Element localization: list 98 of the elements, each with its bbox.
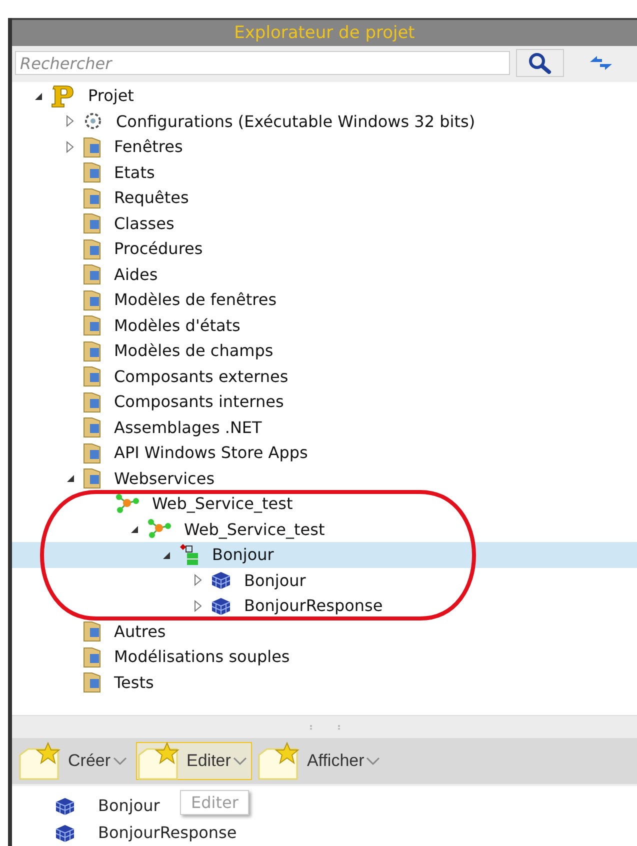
list-item[interactable]: Bonjour — [54, 792, 160, 819]
search-button[interactable] — [516, 49, 564, 77]
tree-item[interactable]: Assemblages .NET — [12, 414, 637, 440]
tree-item[interactable]: Bonjour — [12, 568, 637, 593]
folder-icon — [82, 288, 102, 312]
tree-item[interactable]: Web_Service_test — [12, 516, 637, 542]
folder-icon — [82, 160, 102, 184]
sync-arrows-icon[interactable] — [588, 53, 614, 73]
tree-item[interactable]: Configurations (Exécutable Windows 32 bits) — [12, 108, 637, 134]
folder-icon — [82, 670, 102, 694]
tree-item-label: Modèles d'états — [114, 316, 240, 335]
tree-item-label: Aides — [114, 264, 158, 284]
tree-item-label: Bonjour — [244, 570, 306, 590]
tree-item[interactable]: Aides — [12, 262, 637, 287]
tree-item[interactable]: Modélisations souples — [12, 644, 637, 670]
tree-item-label: Composants externes — [114, 366, 288, 386]
tree-item-label: Modèles de fenêtres — [114, 290, 277, 310]
tree-item-label: Configurations (Exécutable Windows 32 bits) — [116, 112, 476, 131]
expanded-arrow-icon[interactable] — [33, 90, 43, 101]
tree-item-label: Modélisations souples — [114, 647, 290, 666]
cube-grid-icon — [54, 796, 76, 816]
cube-grid-icon — [210, 570, 232, 590]
list-item-label: Bonjour — [98, 796, 160, 815]
expanded-arrow-icon[interactable] — [129, 524, 139, 534]
toolbar-button[interactable]: Editer — [136, 742, 252, 780]
collapsed-arrow-icon[interactable] — [193, 600, 203, 612]
folder-icon — [82, 466, 102, 490]
tree-item[interactable]: Bonjour — [12, 542, 637, 568]
tree-item[interactable]: Fenêtres — [12, 134, 637, 160]
cube-grid-icon — [54, 822, 76, 842]
folder-icon — [82, 619, 102, 644]
list-item[interactable]: BonjourResponse — [54, 819, 237, 846]
network-nodes-icon — [114, 492, 140, 515]
collapsed-arrow-icon[interactable] — [193, 574, 203, 586]
tree-item[interactable]: Classes — [12, 210, 637, 236]
tree-item-label: Etats — [114, 162, 155, 182]
list-item-label: BonjourResponse — [98, 823, 237, 842]
tree-item[interactable]: Web_Service_test — [12, 491, 637, 516]
tree-item-label: Bonjour — [212, 545, 274, 564]
folder-icon — [82, 313, 102, 338]
tree-item[interactable]: API Windows Store Apps — [12, 440, 637, 466]
tree-item[interactable]: Tests — [12, 670, 637, 695]
expanded-arrow-icon[interactable] — [161, 550, 171, 560]
tree-item-label: Modèles de champs — [114, 341, 274, 360]
tree-item[interactable]: Composants externes — [12, 364, 637, 389]
tree-item[interactable]: BonjourResponse — [12, 593, 637, 618]
expanded-arrow-icon[interactable] — [65, 473, 75, 484]
network-nodes-icon — [146, 518, 172, 540]
tree-item-label: BonjourResponse — [244, 596, 383, 616]
tree-item-label: Composants internes — [114, 392, 284, 412]
folder-icon — [82, 338, 102, 363]
tree-item[interactable]: Modèles de fenêtres — [12, 287, 637, 312]
tree-item-label: Requêtes — [114, 188, 189, 208]
folder-icon — [82, 390, 102, 414]
folder-icon — [82, 364, 102, 388]
tree-item[interactable]: Composants internes — [12, 389, 637, 414]
tree-item-label: Web_Service_test — [184, 520, 325, 539]
tree-item-label: API Windows Store Apps — [114, 443, 308, 462]
collapsed-arrow-icon[interactable] — [65, 140, 75, 153]
tree-item-label: Procédures — [114, 239, 203, 258]
tree-item[interactable]: Requêtes — [12, 185, 637, 210]
tree-item[interactable]: Etats — [12, 160, 637, 185]
folder-icon — [82, 262, 102, 286]
dropdown-caret-icon — [232, 756, 247, 766]
tree-item-label: Projet — [88, 86, 134, 106]
toolbar-button[interactable]: Afficher — [256, 742, 386, 780]
toolbar-button[interactable]: Créer — [17, 742, 132, 780]
cube-grid-icon — [210, 596, 232, 616]
folder-icon — [82, 211, 102, 236]
tree-item[interactable]: Modèles de champs — [12, 338, 637, 364]
tree-item-label: Fenêtres — [114, 137, 183, 156]
splitter-handle[interactable] — [12, 715, 637, 738]
folder-icon — [82, 134, 102, 159]
tree-item[interactable]: Procédures — [12, 236, 637, 262]
panel-title: Explorateur de projet — [234, 23, 415, 43]
tree-item[interactable]: Projet — [12, 83, 637, 108]
tree-item-label: Assemblages .NET — [114, 418, 262, 437]
tooltip: Editer — [180, 790, 250, 815]
method-icon — [178, 542, 200, 567]
dropdown-caret-icon — [112, 756, 127, 766]
folder-icon — [82, 644, 102, 669]
tree-item[interactable]: Webservices — [12, 466, 637, 491]
search-icon — [528, 52, 552, 74]
tree-item-label: Autres — [114, 622, 166, 641]
tree-item-label: Classes — [114, 214, 174, 233]
collapsed-arrow-icon[interactable] — [65, 115, 75, 128]
search-field[interactable]: Rechercher — [15, 51, 510, 75]
tree-item[interactable]: Modèles d'états — [12, 312, 637, 338]
letter-p-icon — [50, 84, 76, 108]
tree-item-label: Tests — [114, 672, 154, 692]
tree-item[interactable]: Autres — [12, 618, 637, 644]
folder-icon — [82, 186, 102, 210]
dropdown-caret-icon — [366, 756, 380, 766]
tree-item-label: Web_Service_test — [152, 494, 293, 514]
folder-icon — [82, 440, 102, 465]
tree-item-label: Webservices — [114, 468, 215, 488]
folder-icon — [82, 236, 102, 261]
folder-icon — [82, 415, 102, 440]
